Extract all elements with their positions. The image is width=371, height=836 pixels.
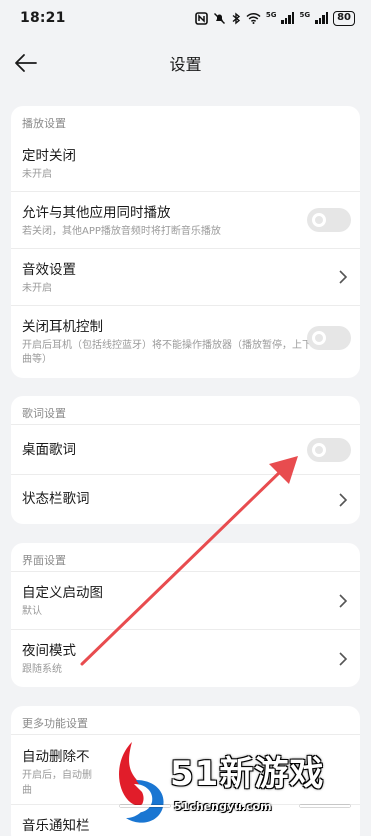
row-title: 定时关闭 xyxy=(22,148,76,164)
status-icons: 5G 5G 80 xyxy=(195,10,355,26)
status-time: 18:21 xyxy=(20,10,66,26)
statusbar-lyrics-row[interactable]: 状态栏歌词 xyxy=(11,474,360,524)
row-subtitle: 未开启 xyxy=(22,283,52,294)
earphone-control-toggle[interactable] xyxy=(307,326,351,350)
battery-icon: 80 xyxy=(333,10,355,26)
status-bar: 18:21 5G 5G 80 xyxy=(0,0,371,36)
mute-bell-icon xyxy=(213,12,225,24)
section-title-interface: 界面设置 xyxy=(22,554,66,567)
row-subtitle: 未开启 xyxy=(22,169,52,180)
interface-settings-card: 界面设置 自定义启动图 默认 夜间模式 跟随系统 xyxy=(11,543,360,687)
row-title: 自定义启动图 xyxy=(22,585,103,601)
page-header: 设置 xyxy=(0,40,371,86)
row-title: 夜间模式 xyxy=(22,643,76,659)
battery-level: 80 xyxy=(337,12,351,23)
signal-label-1: 5G xyxy=(265,10,277,19)
chevron-right-icon xyxy=(339,270,348,284)
sound-effect-row[interactable]: 音效设置 未开启 xyxy=(11,249,360,306)
mix-playback-toggle[interactable] xyxy=(307,208,351,232)
section-title-playback: 播放设置 xyxy=(22,117,66,130)
custom-splash-row[interactable]: 自定义启动图 默认 xyxy=(11,571,360,629)
toggle-knob xyxy=(312,442,326,457)
row-title: 状态栏歌词 xyxy=(22,491,90,507)
back-arrow-icon[interactable] xyxy=(12,49,40,77)
watermark-line-left xyxy=(120,805,170,807)
row-subtitle: 跟随系统 xyxy=(22,664,62,675)
section-title-lyrics: 歌词设置 xyxy=(22,407,66,420)
wifi-icon xyxy=(246,12,261,24)
chevron-right-icon xyxy=(339,651,348,666)
row-title: 音效设置 xyxy=(22,262,76,278)
page-title: 设置 xyxy=(169,55,202,74)
mix-playback-row[interactable]: 允许与其他应用同时播放 若关闭，其他APP播放音频时将打断音乐播放 xyxy=(11,192,360,249)
chevron-right-icon xyxy=(339,492,348,507)
watermark: 51新游戏 51chengyu.com xyxy=(112,740,362,836)
watermark-url: 51chengyu.com xyxy=(174,800,272,813)
watermark-logo xyxy=(119,742,164,823)
row-subtitle: 默认 xyxy=(22,606,42,617)
section-title-more: 更多功能设置 xyxy=(22,717,88,730)
toggle-knob xyxy=(312,331,326,345)
desktop-lyrics-row[interactable]: 桌面歌词 xyxy=(11,424,360,474)
row-subtitle: 若关闭，其他APP播放音频时将打断音乐播放 xyxy=(22,226,221,237)
signal-icon-2 xyxy=(315,12,329,24)
lyrics-settings-card: 歌词设置 桌面歌词 状态栏歌词 xyxy=(11,396,360,524)
row-title: 允许与其他应用同时播放 xyxy=(22,205,171,221)
desktop-lyrics-toggle[interactable] xyxy=(307,437,351,462)
bluetooth-icon xyxy=(232,12,240,24)
row-subtitle: 开启后耳机（包括线控蓝牙）将不能操作播放器（播放暂停，上下曲等） xyxy=(22,340,312,365)
nfc-icon xyxy=(195,11,208,25)
earphone-control-row[interactable]: 关闭耳机控制 开启后耳机（包括线控蓝牙）将不能操作播放器（播放暂停，上下曲等） xyxy=(11,306,360,378)
watermark-line-right xyxy=(300,805,350,807)
watermark-brand: 51新游戏 xyxy=(170,754,325,794)
signal-icon-1 xyxy=(281,12,295,24)
night-mode-row[interactable]: 夜间模式 跟随系统 xyxy=(11,629,360,687)
row-title: 桌面歌词 xyxy=(22,442,76,458)
chevron-right-icon xyxy=(339,593,348,608)
toggle-knob xyxy=(312,213,326,227)
row-title: 关闭耳机控制 xyxy=(22,319,103,335)
signal-label-2: 5G xyxy=(299,10,311,19)
timer-close-row[interactable]: 定时关闭 未开启 xyxy=(11,134,360,192)
playback-settings-card: 播放设置 定时关闭 未开启 允许与其他应用同时播放 若关闭，其他APP播放音频时… xyxy=(11,106,360,378)
